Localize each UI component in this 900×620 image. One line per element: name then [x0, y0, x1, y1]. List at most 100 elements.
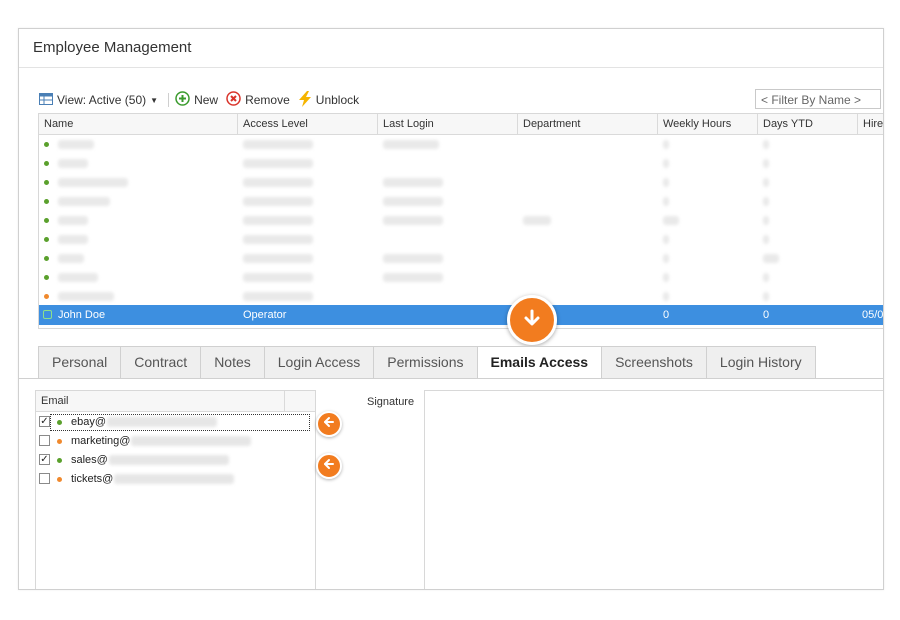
table-row[interactable]: [39, 211, 883, 230]
email-address: tickets@: [71, 470, 235, 489]
email-address: ebay@: [71, 413, 218, 432]
redacted-cell: [663, 216, 679, 225]
redacted-cell: [383, 178, 443, 187]
email-checkbox[interactable]: ✓: [39, 416, 50, 427]
signature-editor[interactable]: [424, 390, 883, 589]
filter-by-name-input[interactable]: < Filter By Name >: [755, 89, 881, 109]
table-row[interactable]: [39, 154, 883, 173]
status-dot: [44, 142, 49, 147]
apply-signature-button[interactable]: [316, 453, 342, 479]
remove-button-label: Remove: [245, 93, 290, 107]
column-header-weekly-hours[interactable]: Weekly Hours: [658, 114, 758, 134]
table-row[interactable]: [39, 287, 883, 306]
remove-button[interactable]: Remove: [226, 91, 290, 109]
email-list-header: Email: [36, 391, 315, 412]
lightning-icon: [298, 90, 312, 110]
redacted-cell: [663, 197, 669, 206]
column-header-department[interactable]: Department: [518, 114, 658, 134]
email-address: sales@: [71, 451, 229, 470]
redacted-cell: [58, 178, 128, 187]
selected-hire: 05/0: [862, 309, 884, 321]
tab-personal[interactable]: Personal: [38, 346, 122, 379]
table-row[interactable]: [39, 268, 883, 287]
redacted-cell: [58, 197, 110, 206]
email-row-sales[interactable]: ✓ sales@: [36, 451, 311, 470]
email-checkbox[interactable]: ✓: [39, 454, 50, 465]
toolbar: View: Active (50) ▼ New Remove Unblock: [39, 90, 367, 110]
redacted-cell: [383, 140, 439, 149]
arrow-down-icon: [522, 308, 542, 333]
column-header-access-level[interactable]: Access Level: [238, 114, 378, 134]
column-header-name[interactable]: Name: [39, 114, 238, 134]
tab-screenshots[interactable]: Screenshots: [601, 346, 707, 379]
tab-permissions[interactable]: Permissions: [373, 346, 478, 379]
email-row-ebay[interactable]: ✓ ebay@: [36, 413, 311, 432]
redacted-cell: [663, 254, 669, 263]
new-button[interactable]: New: [175, 91, 218, 109]
redacted-cell: [243, 197, 313, 206]
table-row[interactable]: [39, 192, 883, 211]
redacted-cell: [58, 273, 98, 282]
column-header-hire[interactable]: Hire: [858, 114, 883, 134]
apply-signature-button[interactable]: [316, 411, 342, 437]
tab-login-history[interactable]: Login History: [705, 346, 816, 379]
redacted-cell: [763, 216, 769, 225]
unblock-button[interactable]: Unblock: [298, 90, 359, 110]
column-header-days-ytd[interactable]: Days YTD: [758, 114, 858, 134]
tab-login-access[interactable]: Login Access: [263, 346, 375, 379]
email-address: marketing@: [71, 432, 252, 451]
table-row-selected[interactable]: John Doe Operator 0 0 05/0: [39, 305, 884, 325]
redacted-cell: [58, 216, 88, 225]
redacted-cell: [243, 254, 313, 263]
table-row[interactable]: [39, 173, 883, 192]
redacted-cell: [243, 235, 313, 244]
redacted-cell: [243, 140, 313, 149]
email-row-tickets[interactable]: tickets@: [36, 470, 311, 489]
status-dot: [57, 477, 62, 482]
redacted-cell: [663, 140, 669, 149]
employee-grid: Name Access Level Last Login Department …: [38, 113, 884, 329]
column-header-last-login[interactable]: Last Login: [378, 114, 518, 134]
redacted-cell: [243, 216, 313, 225]
status-dot: [44, 256, 49, 261]
arrow-left-icon: [323, 415, 335, 433]
column-divider: [284, 391, 285, 411]
tab-emails-access[interactable]: Emails Access: [476, 346, 603, 379]
redacted-cell: [58, 235, 88, 244]
status-dot: [44, 294, 49, 299]
move-down-button[interactable]: [507, 295, 557, 345]
redacted-cell: [243, 159, 313, 168]
redacted-cell: [58, 159, 88, 168]
tabs-divider: [19, 378, 883, 379]
redacted-cell: [763, 178, 769, 187]
remove-circle-icon: [226, 91, 241, 109]
redacted-cell: [763, 235, 769, 244]
tab-notes[interactable]: Notes: [200, 346, 265, 379]
email-list: Email ✓ ebay@ marketing@ ✓ sales@ ticket…: [35, 390, 316, 589]
status-dot: [57, 439, 62, 444]
email-checkbox[interactable]: [39, 435, 50, 446]
email-row-marketing[interactable]: marketing@: [36, 432, 311, 451]
redacted-cell: [763, 197, 769, 206]
status-dot: [57, 458, 62, 463]
arrow-left-icon: [323, 457, 335, 475]
table-row[interactable]: [39, 230, 883, 249]
window-title: Employee Management: [33, 39, 192, 56]
table-row[interactable]: [39, 249, 883, 268]
tab-contract[interactable]: Contract: [120, 346, 202, 379]
redacted-cell: [243, 273, 313, 282]
email-checkbox[interactable]: [39, 473, 50, 484]
view-dropdown[interactable]: View: Active (50) ▼: [39, 92, 158, 108]
redacted-cell: [383, 216, 443, 225]
signature-label: Signature: [367, 396, 415, 408]
redacted-cell: [663, 292, 669, 301]
email-column-header[interactable]: Email: [41, 391, 69, 411]
redacted-cell: [58, 254, 84, 263]
redacted-cell: [243, 292, 313, 301]
redacted-cell: [663, 159, 669, 168]
table-row[interactable]: [39, 135, 883, 154]
redacted-cell: [58, 140, 94, 149]
selected-days-ytd: 0: [763, 309, 770, 321]
grid-view-icon: [39, 92, 53, 108]
redacted-cell: [383, 273, 443, 282]
